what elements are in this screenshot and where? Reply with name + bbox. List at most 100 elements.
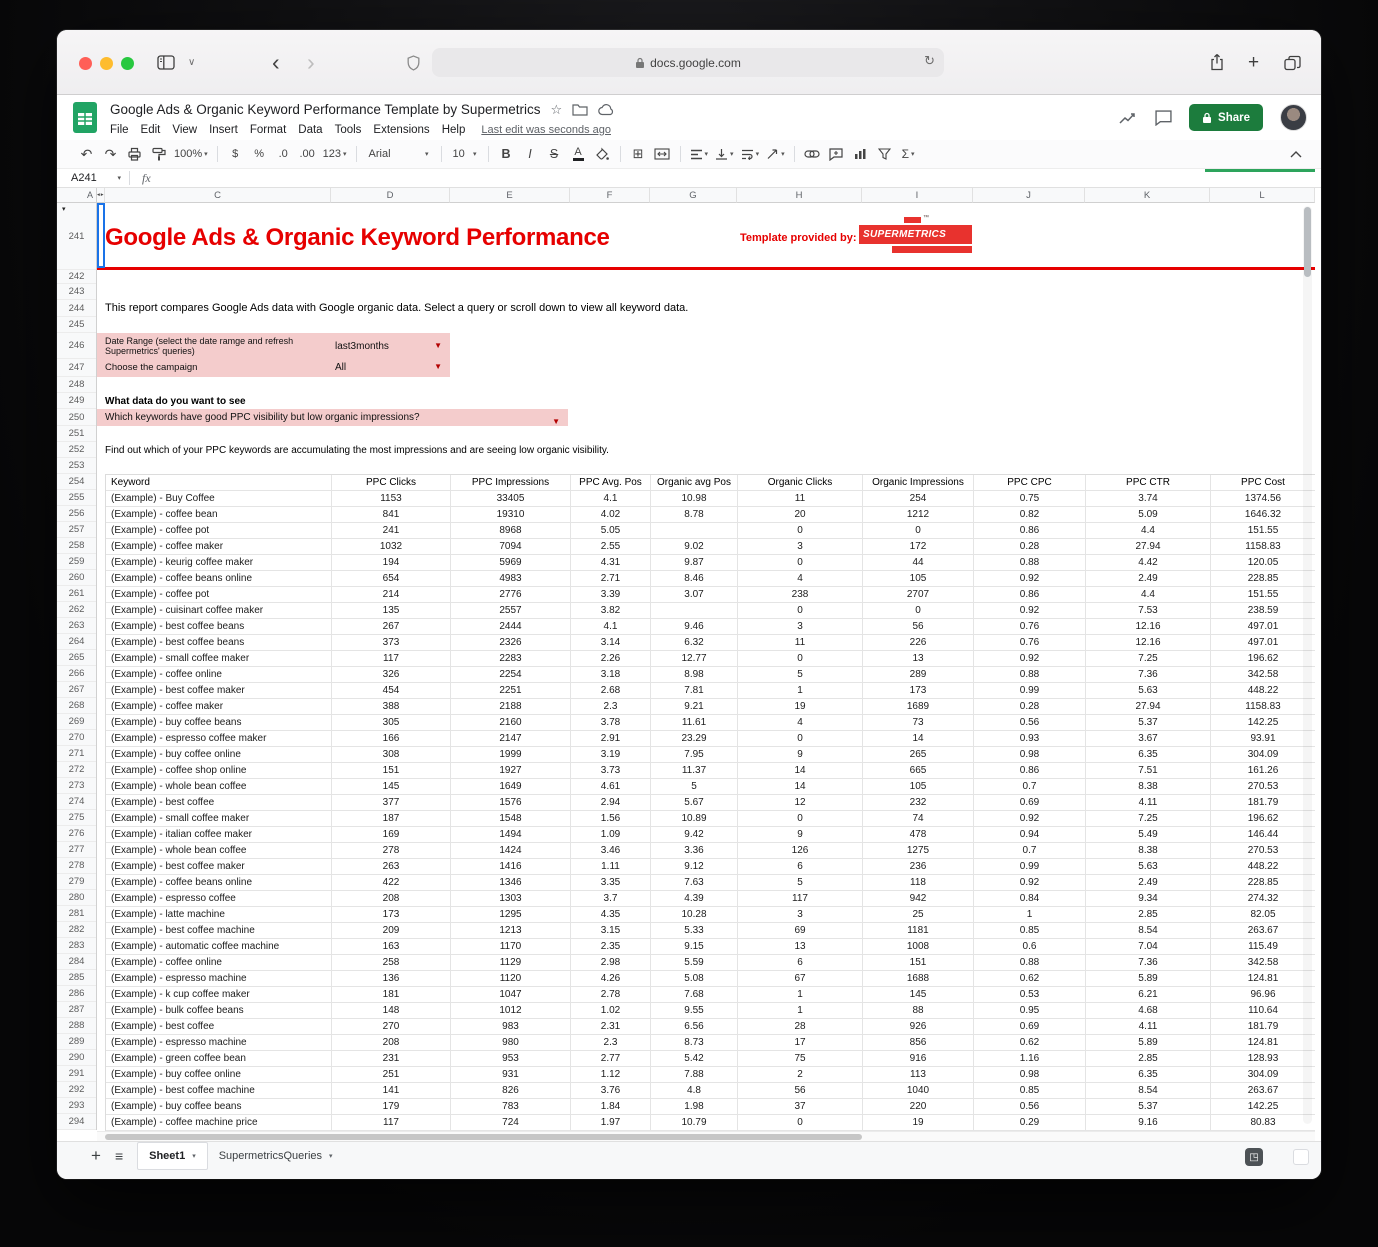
cell[interactable]: 2444 — [451, 619, 571, 635]
cell[interactable]: (Example) - best coffee maker — [106, 859, 332, 875]
cell[interactable]: 3.18 — [571, 667, 651, 683]
cell[interactable]: (Example) - coffee online — [106, 955, 332, 971]
strikethrough-button[interactable]: S — [543, 143, 566, 165]
cell[interactable]: 2.49 — [1086, 571, 1211, 587]
cell[interactable]: 0.82 — [974, 507, 1086, 523]
cell[interactable]: 0.29 — [974, 1115, 1086, 1131]
cell[interactable]: 0 — [738, 555, 863, 571]
cell[interactable]: 1.02 — [571, 1003, 651, 1019]
date-range-dropdown-icon[interactable]: ▼ — [434, 341, 442, 350]
cell[interactable]: 10.98 — [651, 491, 738, 507]
trend-icon[interactable] — [1119, 111, 1138, 125]
cell[interactable]: 1.97 — [571, 1115, 651, 1131]
cell[interactable]: 388 — [332, 699, 451, 715]
format-currency-button[interactable]: $ — [224, 143, 247, 165]
bold-button[interactable]: B — [495, 143, 518, 165]
cell[interactable]: 4.39 — [651, 891, 738, 907]
cell[interactable]: 289 — [863, 667, 974, 683]
row-header-268[interactable]: 268 — [57, 698, 96, 714]
menu-help[interactable]: Help — [436, 124, 472, 136]
cell[interactable]: (Example) - Buy Coffee — [106, 491, 332, 507]
cell[interactable]: 665 — [863, 763, 974, 779]
row-header-241[interactable]: 241 — [57, 203, 96, 270]
cell[interactable]: 105 — [863, 779, 974, 795]
cell[interactable]: 0 — [738, 1115, 863, 1131]
cell[interactable]: 8.98 — [651, 667, 738, 683]
italic-button[interactable]: I — [519, 143, 542, 165]
cell[interactable]: 1576 — [451, 795, 571, 811]
row-header-259[interactable]: 259 — [57, 554, 96, 570]
cell[interactable]: 5.33 — [651, 923, 738, 939]
cell[interactable]: 12.77 — [651, 651, 738, 667]
cell[interactable]: 117 — [332, 651, 451, 667]
borders-icon[interactable]: ⊞ — [627, 143, 650, 165]
cell[interactable]: 8.54 — [1086, 1083, 1211, 1099]
menu-extensions[interactable]: Extensions — [367, 124, 435, 136]
sheets-logo-icon[interactable] — [73, 102, 97, 133]
cell[interactable]: 0.93 — [974, 731, 1086, 747]
row-header-252[interactable]: 252 — [57, 442, 96, 458]
column-header-A[interactable]: A◂▸ — [97, 188, 105, 203]
cell[interactable]: 3 — [738, 619, 863, 635]
cell[interactable]: 9 — [738, 827, 863, 843]
question-dropdown-icon[interactable]: ▼ — [552, 413, 560, 430]
cell[interactable]: (Example) - small coffee maker — [106, 811, 332, 827]
cell[interactable]: (Example) - coffee online — [106, 667, 332, 683]
row-header-242[interactable]: 242 — [57, 270, 96, 284]
cell[interactable]: 9.21 — [651, 699, 738, 715]
cell[interactable]: 0.28 — [974, 539, 1086, 555]
privacy-shield-icon[interactable] — [406, 30, 421, 95]
cell[interactable]: (Example) - best coffee beans — [106, 635, 332, 651]
row-header-291[interactable]: 291 — [57, 1066, 96, 1082]
row-header-245[interactable]: 245 — [57, 317, 96, 333]
cell[interactable]: 9.46 — [651, 619, 738, 635]
group-collapse-icon[interactable]: ▾ — [62, 205, 66, 213]
cell[interactable]: 124.81 — [1211, 1035, 1315, 1051]
cell[interactable]: 254 — [863, 491, 974, 507]
insert-link-icon[interactable] — [801, 143, 824, 165]
cell[interactable] — [651, 523, 738, 539]
cell[interactable]: 14 — [738, 779, 863, 795]
row-header-266[interactable]: 266 — [57, 666, 96, 682]
cell[interactable]: 6.32 — [651, 635, 738, 651]
cell[interactable]: 7.81 — [651, 683, 738, 699]
row-header-294[interactable]: 294 — [57, 1114, 96, 1130]
cell[interactable]: 0.69 — [974, 795, 1086, 811]
cell[interactable]: 4.26 — [571, 971, 651, 987]
row-header-253[interactable]: 253 — [57, 458, 96, 474]
cell[interactable]: 187 — [332, 811, 451, 827]
cell[interactable]: 145 — [332, 779, 451, 795]
cell[interactable]: 1 — [738, 683, 863, 699]
row-header-272[interactable]: 272 — [57, 762, 96, 778]
cell[interactable]: 2.3 — [571, 1035, 651, 1051]
cell[interactable]: 1.84 — [571, 1099, 651, 1115]
cell[interactable]: 0.95 — [974, 1003, 1086, 1019]
cell[interactable]: 25 — [863, 907, 974, 923]
cell[interactable]: 1649 — [451, 779, 571, 795]
cell[interactable]: (Example) - whole bean coffee — [106, 843, 332, 859]
cell[interactable]: 1153 — [332, 491, 451, 507]
cell[interactable]: 304.09 — [1211, 747, 1315, 763]
cell[interactable]: 0.28 — [974, 699, 1086, 715]
cell[interactable]: 0.99 — [974, 683, 1086, 699]
cell[interactable]: 4 — [738, 571, 863, 587]
row-header-260[interactable]: 260 — [57, 570, 96, 586]
cell[interactable]: (Example) - buy coffee online — [106, 747, 332, 763]
cell[interactable]: 1689 — [863, 699, 974, 715]
share-button[interactable]: Share — [1189, 104, 1263, 131]
cell[interactable]: 105 — [863, 571, 974, 587]
cell[interactable]: 4.31 — [571, 555, 651, 571]
column-header-D[interactable]: D — [331, 188, 450, 203]
cell[interactable]: 9.16 — [1086, 1115, 1211, 1131]
cell[interactable]: 3.19 — [571, 747, 651, 763]
document-title[interactable]: Google Ads & Organic Keyword Performance… — [110, 102, 540, 117]
cell[interactable]: 236 — [863, 859, 974, 875]
cell[interactable]: 1.98 — [651, 1099, 738, 1115]
cell[interactable]: (Example) - espresso machine — [106, 971, 332, 987]
format-percent-button[interactable]: % — [248, 143, 271, 165]
filter-icon[interactable] — [873, 143, 896, 165]
cell[interactable]: 0.76 — [974, 635, 1086, 651]
cell[interactable]: 278 — [332, 843, 451, 859]
cell[interactable]: 5.63 — [1086, 683, 1211, 699]
cell[interactable]: 12.16 — [1086, 619, 1211, 635]
